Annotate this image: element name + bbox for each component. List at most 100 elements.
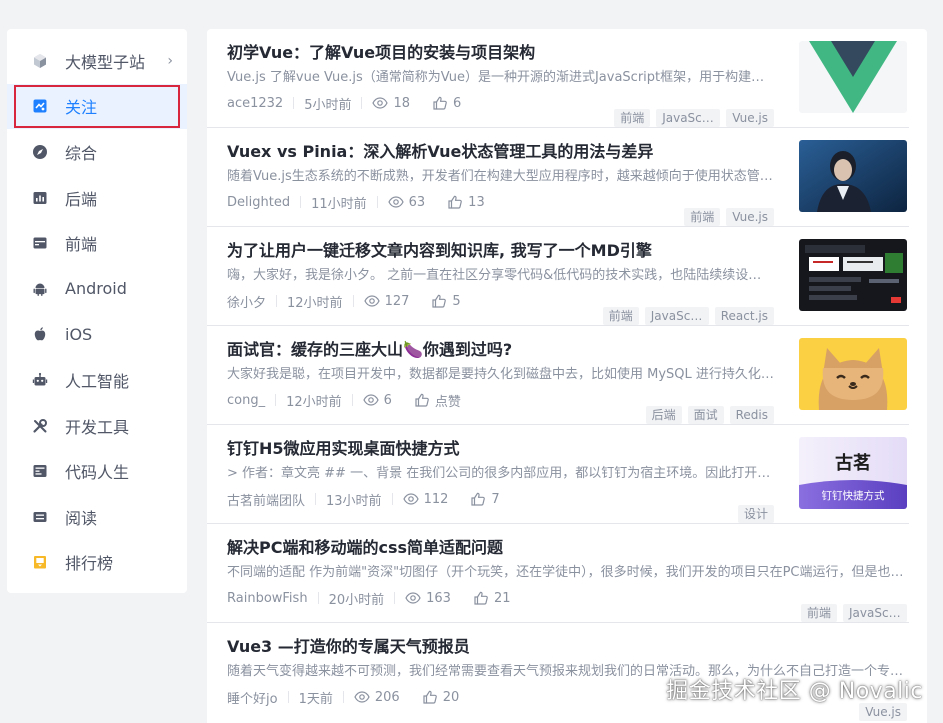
sidebar-item-1[interactable]: 关注 — [7, 83, 187, 130]
article-abstract: 嗨，大家好，我是徐小夕。 之前一直在社区分享零代码&低代码的技术实践，也陆陆续续… — [227, 268, 774, 283]
divider — [352, 295, 354, 307]
sidebar-item-label: 后端 — [65, 189, 98, 209]
divider — [394, 592, 396, 604]
article-item[interactable]: 为了让用户一键迁移文章内容到知识库, 我写了一个MD引擎嗨，大家好，我是徐小夕。… — [207, 227, 909, 326]
apple-icon — [32, 326, 48, 342]
thumbs-up-icon — [470, 491, 491, 507]
divider — [351, 394, 353, 406]
author-name[interactable]: 徐小夕 — [227, 292, 276, 311]
article-title[interactable]: 钉钉H5微应用实现桌面快捷方式 — [227, 437, 774, 461]
tag[interactable]: JavaScript — [843, 604, 907, 622]
divider — [361, 97, 363, 109]
author-name[interactable]: RainbowFish — [227, 591, 318, 606]
eye-icon — [405, 590, 426, 606]
eye-icon — [354, 689, 375, 705]
article-abstract: > 作者：章文亮 ## 一、背景 在我们公司的很多内部应用，都以钉钉为宿主环境。… — [227, 466, 774, 481]
tag[interactable]: React.js — [714, 307, 774, 325]
article-item[interactable]: 解决PC端和移动端的css简单适配问题 不同端的适配 作为前端"资深"切图仔（开个… — [207, 524, 909, 623]
article-item[interactable]: 面试官：缓存的三座大山🍆你遇到过吗? 大家好我是聪，在项目开发中，数据都是要持久化… — [207, 326, 909, 425]
cube-icon — [32, 53, 48, 69]
read-icon — [32, 509, 48, 525]
chart-icon — [32, 190, 48, 206]
tag[interactable]: 前端 — [800, 604, 837, 622]
eye-icon — [402, 491, 424, 507]
like-button[interactable]: 13 — [447, 194, 485, 210]
article-title[interactable]: Vue3 —打造你的专属天气预报员 — [227, 635, 907, 659]
tag-list: 后端 面试 Redis — [645, 406, 774, 424]
article-cover-image[interactable] — [799, 140, 907, 212]
author-name[interactable]: Delighted — [227, 195, 300, 210]
article-abstract: 大家好我是聪，在项目开发中，数据都是要持久化到磁盘中去，比如使用 MySQL 进… — [227, 367, 774, 382]
article-abstract: Vue.js 了解vue Vue.js（通常简称为Vue）是一种开源的渐进式Ja… — [227, 70, 774, 85]
like-button[interactable]: 20 — [422, 689, 459, 705]
author-name[interactable]: 睡个好jo — [227, 688, 288, 707]
tag[interactable]: 后端 — [645, 406, 682, 424]
tag-list: 前端 JavaScript React.js — [602, 307, 774, 325]
tag[interactable]: Redis — [729, 406, 774, 424]
like-button[interactable]: 6 — [432, 95, 461, 111]
article-title[interactable]: 为了让用户一键迁移文章内容到知识库, 我写了一个MD引擎 — [227, 239, 774, 263]
sidebar-item-10[interactable]: 阅读 — [7, 494, 187, 540]
eye-icon — [372, 95, 393, 111]
tag[interactable]: 面试 — [687, 406, 724, 424]
article-cover-image[interactable] — [799, 239, 907, 311]
sidebar-item-6[interactable]: iOS — [7, 312, 187, 358]
android-icon — [32, 281, 48, 297]
compass-icon — [32, 144, 48, 160]
sidebar-item-2[interactable]: 综合 — [7, 129, 187, 175]
tag[interactable]: Vue.js — [726, 109, 774, 127]
article-meta: 睡个好jo 1天前 206 20 — [227, 687, 909, 707]
article-cover-image[interactable] — [799, 41, 907, 113]
article-item[interactable]: 钉钉H5微应用实现桌面快捷方式 > 作者：章文亮 ## 一、背景 在我们公司的很多… — [207, 425, 909, 524]
sidebar-item-3[interactable]: 后端 — [7, 175, 187, 221]
article-title[interactable]: Vuex vs Pinia：深入解析Vue状态管理工具的用法与差异 — [227, 140, 774, 164]
tag[interactable]: JavaScript — [656, 109, 721, 127]
divider — [376, 196, 378, 208]
chevron-right-icon: › — [167, 52, 173, 69]
article-cover-image[interactable] — [799, 338, 907, 410]
eye-icon — [363, 293, 385, 309]
thumbs-up-icon — [414, 392, 435, 408]
tag[interactable]: 设计 — [737, 505, 774, 523]
sidebar-item-4[interactable]: 前端 — [7, 220, 187, 266]
article-item[interactable]: 初学Vue：了解Vue项目的安装与项目架构 Vue.js 了解vue Vue.js… — [207, 29, 909, 128]
view-count: 63 — [387, 194, 425, 210]
article-title[interactable]: 初学Vue：了解Vue项目的安装与项目架构 — [227, 41, 774, 65]
view-count: 206 — [354, 689, 400, 705]
publish-time: 5小时前 — [304, 97, 352, 113]
sidebar-item-0[interactable]: 大模型子站 › — [7, 38, 187, 84]
author-name[interactable]: cong_ — [227, 393, 275, 408]
tag[interactable]: JavaScript — [644, 307, 709, 325]
author-name[interactable]: ace1232 — [227, 96, 293, 111]
follow-icon — [32, 98, 48, 114]
sidebar-item-11[interactable]: 排行榜 — [7, 540, 187, 586]
author-name[interactable]: 古茗前端团队 — [227, 490, 315, 509]
like-button[interactable]: 21 — [473, 590, 510, 606]
sidebar-item-7[interactable]: 人工智能 — [7, 357, 187, 403]
view-count: 112 — [402, 491, 448, 507]
tag[interactable]: Vue.js — [859, 703, 907, 721]
like-button[interactable]: 5 — [431, 293, 461, 309]
article-item[interactable]: Vuex vs Pinia：深入解析Vue状态管理工具的用法与差异 随着Vue.j… — [207, 128, 909, 227]
tag[interactable]: 前端 — [602, 307, 639, 325]
tag-list: 前端 JavaScript — [800, 604, 907, 622]
sidebar-item-8[interactable]: 开发工具 — [7, 403, 187, 449]
article-title[interactable]: 解决PC端和移动端的css简单适配问题 — [227, 536, 907, 560]
tag[interactable]: 前端 — [684, 208, 721, 226]
window-icon — [32, 235, 48, 251]
like-button[interactable]: 7 — [470, 491, 500, 507]
tag-list: 设计 — [737, 505, 774, 523]
tag[interactable]: Vue.js — [726, 208, 774, 226]
like-button[interactable]: 点赞 — [414, 391, 461, 410]
sidebar-item-9[interactable]: 代码人生 — [7, 448, 187, 494]
sidebar-item-label: 大模型子站 — [65, 52, 146, 72]
tag[interactable]: 前端 — [614, 109, 651, 127]
divider — [342, 691, 344, 703]
eye-icon — [387, 194, 409, 210]
article-feed: 初学Vue：了解Vue项目的安装与项目架构 Vue.js 了解vue Vue.js… — [207, 29, 927, 723]
article-cover-image[interactable]: 古茗 钉钉快捷方式 — [799, 437, 907, 509]
article-item[interactable]: Vue3 —打造你的专属天气预报员 随着天气变得越来越不可预测，我们经常需要查看天… — [207, 623, 909, 722]
article-title[interactable]: 面试官：缓存的三座大山🍆你遇到过吗? — [227, 338, 774, 362]
sidebar-item-5[interactable]: Android — [7, 266, 187, 312]
ranking-icon — [32, 554, 48, 570]
